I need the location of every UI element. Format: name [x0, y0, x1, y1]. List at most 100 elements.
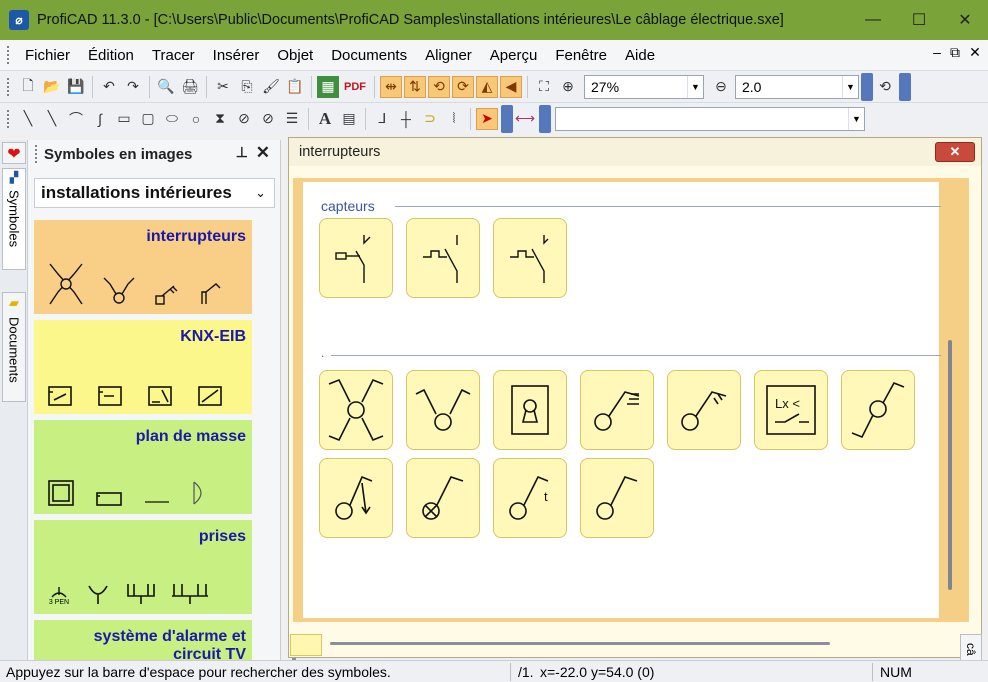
- symbol-tile-cle-1[interactable]: [580, 370, 654, 450]
- cut-icon[interactable]: ✂: [212, 76, 234, 98]
- chevron-down-icon[interactable]: ▼: [687, 75, 703, 98]
- menu-fichier[interactable]: Fichier: [16, 47, 79, 64]
- paste-icon[interactable]: 📋: [284, 76, 306, 98]
- zoom-out-icon[interactable]: ⊖: [710, 76, 732, 98]
- mdi-restore-button[interactable]: ⧉: [946, 44, 964, 61]
- menu-inserer[interactable]: Insérer: [204, 47, 269, 64]
- menu-objet[interactable]: Objet: [268, 47, 322, 64]
- ellipse-tool-icon[interactable]: ⬭: [161, 108, 183, 130]
- dimension-tool-icon[interactable]: ⟷: [514, 108, 536, 130]
- wire-tool-icon[interactable]: ᒧ: [371, 108, 393, 130]
- grid-size-select[interactable]: 2.0 ▼: [735, 74, 859, 99]
- rounded-rectangle-tool-icon[interactable]: ▢: [137, 108, 159, 130]
- toolbar-overflow-icon[interactable]: [539, 104, 551, 133]
- save-icon[interactable]: 💾: [65, 76, 87, 98]
- print-preview-icon[interactable]: 🔍: [155, 76, 177, 98]
- symbol-tile-interrupteur-bas[interactable]: [841, 370, 915, 450]
- zoom-in-icon[interactable]: ⊕: [557, 76, 579, 98]
- close-button[interactable]: ✕: [942, 0, 988, 40]
- symbol-tile-capteur-1[interactable]: [319, 218, 393, 298]
- hatched-shape-tool-icon[interactable]: ⊘: [257, 108, 279, 130]
- mirror-icon[interactable]: ◭: [476, 75, 498, 98]
- new-file-icon[interactable]: 🗋: [17, 76, 39, 98]
- category-alarme-tv[interactable]: système d'alarme et circuit TV: [34, 620, 252, 660]
- symbol-window-close-button[interactable]: ✕: [935, 142, 975, 162]
- junction-tool-icon[interactable]: ┼: [395, 108, 417, 130]
- symbol-tile-capteur-2[interactable]: [406, 218, 480, 298]
- menu-documents[interactable]: Documents: [322, 47, 416, 64]
- menu-apercu[interactable]: Aperçu: [481, 47, 547, 64]
- chevron-down-icon[interactable]: ⌄: [255, 185, 266, 201]
- symbol-tile-capteur-3[interactable]: [493, 218, 567, 298]
- color-swatch[interactable]: [290, 634, 322, 656]
- curve-tool-icon[interactable]: ∫: [89, 108, 111, 130]
- pin-icon[interactable]: ⊥: [236, 144, 248, 161]
- circle-tool-icon[interactable]: ○: [185, 108, 207, 130]
- library-select[interactable]: installations intérieures ⌄: [34, 178, 275, 208]
- symbol-tile-cle-2[interactable]: [667, 370, 741, 450]
- symbol-tile-voyant[interactable]: [406, 458, 480, 538]
- menu-aide[interactable]: Aide: [616, 47, 664, 64]
- tab-documents[interactable]: ▰ Documents: [2, 292, 26, 402]
- category-knx-eib[interactable]: KNX-EIB: [34, 320, 252, 414]
- menu-edition[interactable]: Édition: [79, 47, 143, 64]
- chevron-down-icon[interactable]: ▼: [842, 75, 858, 98]
- toolbar2-grip[interactable]: [6, 108, 10, 129]
- minimize-button[interactable]: —: [850, 0, 896, 40]
- symbol-tile-va-et-vient[interactable]: [406, 370, 480, 450]
- category-plan-de-masse[interactable]: plan de masse: [34, 420, 252, 514]
- symbol-tile-acces[interactable]: [493, 370, 567, 450]
- hourglass-tool-icon[interactable]: ⧗: [209, 108, 231, 130]
- property-select[interactable]: ▼: [555, 106, 865, 131]
- rectangle-tool-icon[interactable]: ▭: [113, 108, 135, 130]
- rotate-right-icon[interactable]: ⟳: [452, 75, 474, 98]
- undo-icon[interactable]: ↶: [98, 76, 120, 98]
- flip-vertical-icon[interactable]: ⇅: [404, 75, 426, 98]
- category-interrupteurs[interactable]: interrupteurs: [34, 220, 252, 314]
- flip-horizontal-icon[interactable]: ⇹: [380, 75, 402, 98]
- mirror-left-icon[interactable]: ◀: [500, 75, 522, 98]
- open-folder-icon[interactable]: 📂: [41, 76, 63, 98]
- arc-tool-icon[interactable]: ⌒: [65, 108, 87, 130]
- menu-tracer[interactable]: Tracer: [143, 47, 204, 64]
- category-prises[interactable]: prises 3 PEN: [34, 520, 252, 614]
- text-tool-icon[interactable]: A: [314, 108, 336, 130]
- toolbar-overflow-icon[interactable]: [861, 72, 873, 101]
- toolbar1-grip[interactable]: [6, 76, 10, 97]
- format-painter-icon[interactable]: 🖌: [260, 76, 282, 98]
- export-pdf-icon[interactable]: PDF: [341, 76, 369, 98]
- cable-tool-icon[interactable]: ⦚: [443, 108, 465, 130]
- canvas-vertical-scrollbar[interactable]: [948, 340, 952, 590]
- rotate-view-icon[interactable]: ⟲: [874, 76, 896, 98]
- maximize-button[interactable]: ☐: [896, 0, 942, 40]
- zoom-select[interactable]: 27% ▼: [584, 74, 704, 99]
- line-tool-icon[interactable]: ╲: [17, 108, 39, 130]
- hatch-tool-icon[interactable]: ☰: [281, 108, 303, 130]
- symbol-tile-crepusculaire[interactable]: Lx <: [754, 370, 828, 450]
- text-box-tool-icon[interactable]: ▤: [338, 108, 360, 130]
- favorites-tab[interactable]: ❤: [2, 142, 26, 164]
- select-tool-icon[interactable]: ➤: [476, 107, 498, 130]
- hatched-ellipse-tool-icon[interactable]: ⊘: [233, 108, 255, 130]
- copy-icon[interactable]: ⎘: [236, 76, 258, 98]
- tab-symboles[interactable]: ▞ Symboles: [2, 168, 26, 270]
- panel-close-button[interactable]: ✕: [256, 143, 270, 163]
- export-image-icon[interactable]: ▦: [317, 75, 339, 98]
- symbol-tile-simple[interactable]: [580, 458, 654, 538]
- mdi-close-button[interactable]: ✕: [966, 44, 984, 61]
- redo-icon[interactable]: ↷: [122, 76, 144, 98]
- symbol-tile-minuterie[interactable]: t: [493, 458, 567, 538]
- rotate-left-icon[interactable]: ⟲: [428, 75, 450, 98]
- canvas-horizontal-scrollbar[interactable]: [330, 642, 830, 645]
- menubar-grip[interactable]: [6, 45, 10, 65]
- zoom-fit-icon[interactable]: ⛶: [533, 76, 555, 98]
- toolbar-overflow-icon[interactable]: [899, 72, 911, 101]
- mdi-minimize-button[interactable]: –: [928, 44, 946, 60]
- menu-aligner[interactable]: Aligner: [416, 47, 481, 64]
- symbol-tile-inverseur[interactable]: [319, 370, 393, 450]
- chevron-down-icon[interactable]: ▼: [848, 107, 864, 130]
- panel-grip[interactable]: [34, 144, 38, 164]
- polyline-tool-icon[interactable]: ╲: [41, 108, 63, 130]
- menu-fenetre[interactable]: Fenêtre: [546, 47, 616, 64]
- symbol-tile-temporise[interactable]: [319, 458, 393, 538]
